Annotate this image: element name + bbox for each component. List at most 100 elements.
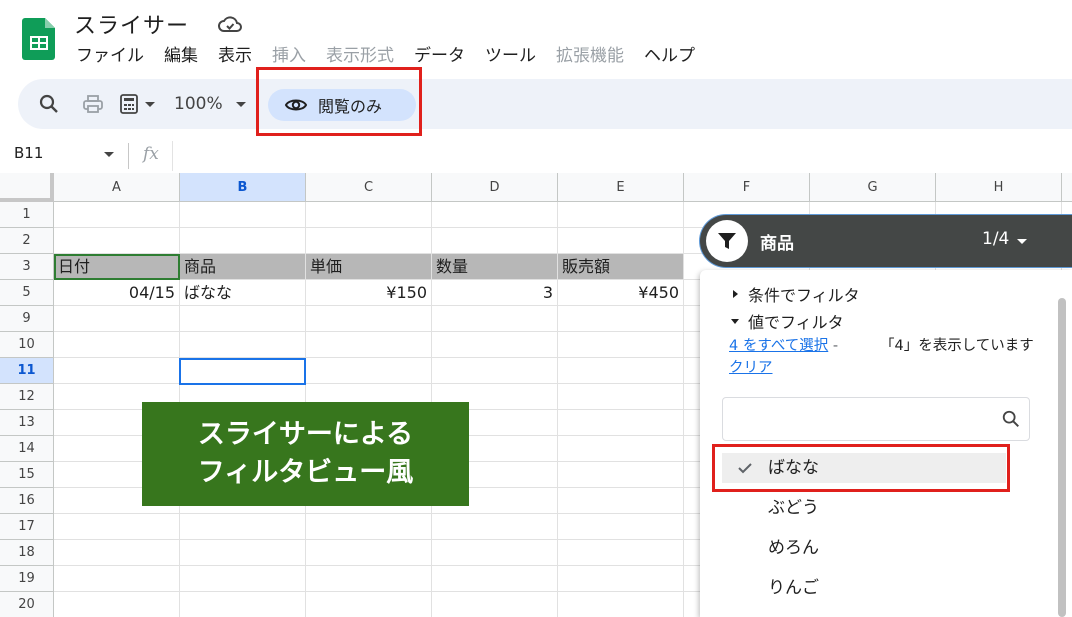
selected-cell[interactable] [179, 358, 306, 385]
slicer-search-input[interactable] [722, 397, 1030, 441]
row-header[interactable]: 3 [0, 254, 54, 280]
table-header-cell[interactable]: 日付 [54, 254, 180, 280]
empty-cell[interactable] [432, 202, 558, 228]
empty-cell[interactable] [306, 514, 432, 540]
row-header[interactable]: 20 [0, 592, 54, 617]
empty-cell[interactable] [558, 358, 684, 384]
name-box[interactable]: B11 [14, 144, 43, 162]
empty-cell[interactable] [54, 592, 180, 617]
chevron-down-icon[interactable] [144, 93, 156, 115]
empty-cell[interactable] [54, 306, 180, 332]
value-option[interactable]: ぶどう [722, 493, 1006, 523]
document-title[interactable]: スライサー [74, 8, 189, 40]
table-cell[interactable]: 04/15 [54, 280, 180, 306]
empty-cell[interactable] [432, 540, 558, 566]
row-header[interactable]: 1 [0, 202, 54, 228]
empty-cell[interactable] [432, 514, 558, 540]
table-cell[interactable]: ¥450 [558, 280, 684, 306]
empty-cell[interactable] [54, 202, 180, 228]
empty-cell[interactable] [54, 566, 180, 592]
table-header-cell[interactable]: 販売額 [558, 254, 684, 280]
empty-cell[interactable] [306, 540, 432, 566]
empty-cell[interactable] [558, 332, 684, 358]
column-header[interactable]: F [684, 173, 810, 202]
empty-cell[interactable] [432, 566, 558, 592]
empty-cell[interactable] [558, 384, 684, 410]
row-header[interactable]: 9 [0, 306, 54, 332]
empty-cell[interactable] [558, 566, 684, 592]
search-icon[interactable] [38, 93, 60, 115]
menu-help[interactable]: ヘルプ [634, 44, 705, 68]
zoom-level[interactable]: 100% [174, 93, 223, 115]
empty-cell[interactable] [558, 228, 684, 254]
row-header[interactable]: 5 [0, 280, 54, 306]
empty-cell[interactable] [180, 592, 306, 617]
calculator-icon[interactable] [118, 93, 140, 115]
column-header[interactable]: H [936, 173, 1062, 202]
empty-cell[interactable] [180, 202, 306, 228]
empty-cell[interactable] [180, 332, 306, 358]
empty-cell[interactable] [180, 306, 306, 332]
value-option[interactable]: りんご [722, 573, 1006, 603]
column-header[interactable]: D [432, 173, 558, 202]
empty-cell[interactable] [54, 332, 180, 358]
chevron-down-icon[interactable] [103, 146, 115, 162]
menu-insert[interactable]: 挿入 [262, 44, 316, 68]
menu-format[interactable]: 表示形式 [316, 44, 404, 68]
empty-cell[interactable] [54, 358, 180, 384]
row-header[interactable]: 19 [0, 566, 54, 592]
column-header[interactable]: E [558, 173, 684, 202]
row-header[interactable]: 13 [0, 410, 54, 436]
slicer-count[interactable]: 1/4 [982, 229, 1009, 249]
empty-cell[interactable] [558, 202, 684, 228]
filter-by-values[interactable]: 値でフィルタ [730, 309, 844, 333]
empty-cell[interactable] [558, 306, 684, 332]
empty-cell[interactable] [54, 514, 180, 540]
chevron-down-icon[interactable] [1016, 233, 1028, 249]
column-header[interactable] [1062, 173, 1072, 202]
slicer-header[interactable]: 商品 1/4 [700, 215, 1072, 267]
row-header[interactable]: 15 [0, 462, 54, 488]
row-header[interactable]: 2 [0, 228, 54, 254]
column-header[interactable]: C [306, 173, 432, 202]
empty-cell[interactable] [180, 228, 306, 254]
row-header[interactable]: 11 [0, 358, 54, 384]
table-cell[interactable]: 3 [432, 280, 558, 306]
empty-cell[interactable] [54, 228, 180, 254]
empty-cell[interactable] [306, 592, 432, 617]
empty-cell[interactable] [180, 566, 306, 592]
empty-cell[interactable] [558, 488, 684, 514]
row-header[interactable]: 14 [0, 436, 54, 462]
menu-edit[interactable]: 編集 [154, 44, 208, 68]
table-header-cell[interactable]: 数量 [432, 254, 558, 280]
empty-cell[interactable] [558, 592, 684, 617]
formula-input[interactable] [172, 141, 1072, 171]
menu-file[interactable]: ファイル [66, 44, 154, 68]
select-all-corner[interactable] [0, 173, 54, 202]
value-option[interactable]: めろん [722, 533, 1006, 563]
empty-cell[interactable] [432, 228, 558, 254]
slicer-scrollbar[interactable] [1058, 278, 1068, 617]
empty-cell[interactable] [306, 332, 432, 358]
empty-cell[interactable] [558, 436, 684, 462]
empty-cell[interactable] [558, 462, 684, 488]
menu-data[interactable]: データ [404, 44, 475, 68]
zoom-dropdown-icon[interactable] [234, 93, 248, 115]
empty-cell[interactable] [306, 358, 432, 384]
clear-link[interactable]: クリア [729, 360, 773, 376]
empty-cell[interactable] [432, 358, 558, 384]
empty-cell[interactable] [558, 514, 684, 540]
menu-tools[interactable]: ツール [475, 44, 546, 68]
column-header[interactable]: A [54, 173, 180, 202]
empty-cell[interactable] [432, 592, 558, 617]
table-cell[interactable]: ばなな [180, 280, 306, 306]
empty-cell[interactable] [180, 514, 306, 540]
print-icon[interactable] [82, 93, 104, 115]
column-header[interactable]: B [180, 173, 306, 202]
cloud-saved-icon[interactable] [218, 13, 242, 35]
empty-cell[interactable] [432, 332, 558, 358]
table-header-cell[interactable]: 単価 [306, 254, 432, 280]
empty-cell[interactable] [306, 228, 432, 254]
scrollbar-thumb[interactable] [1058, 298, 1066, 617]
filter-button[interactable] [706, 220, 748, 262]
